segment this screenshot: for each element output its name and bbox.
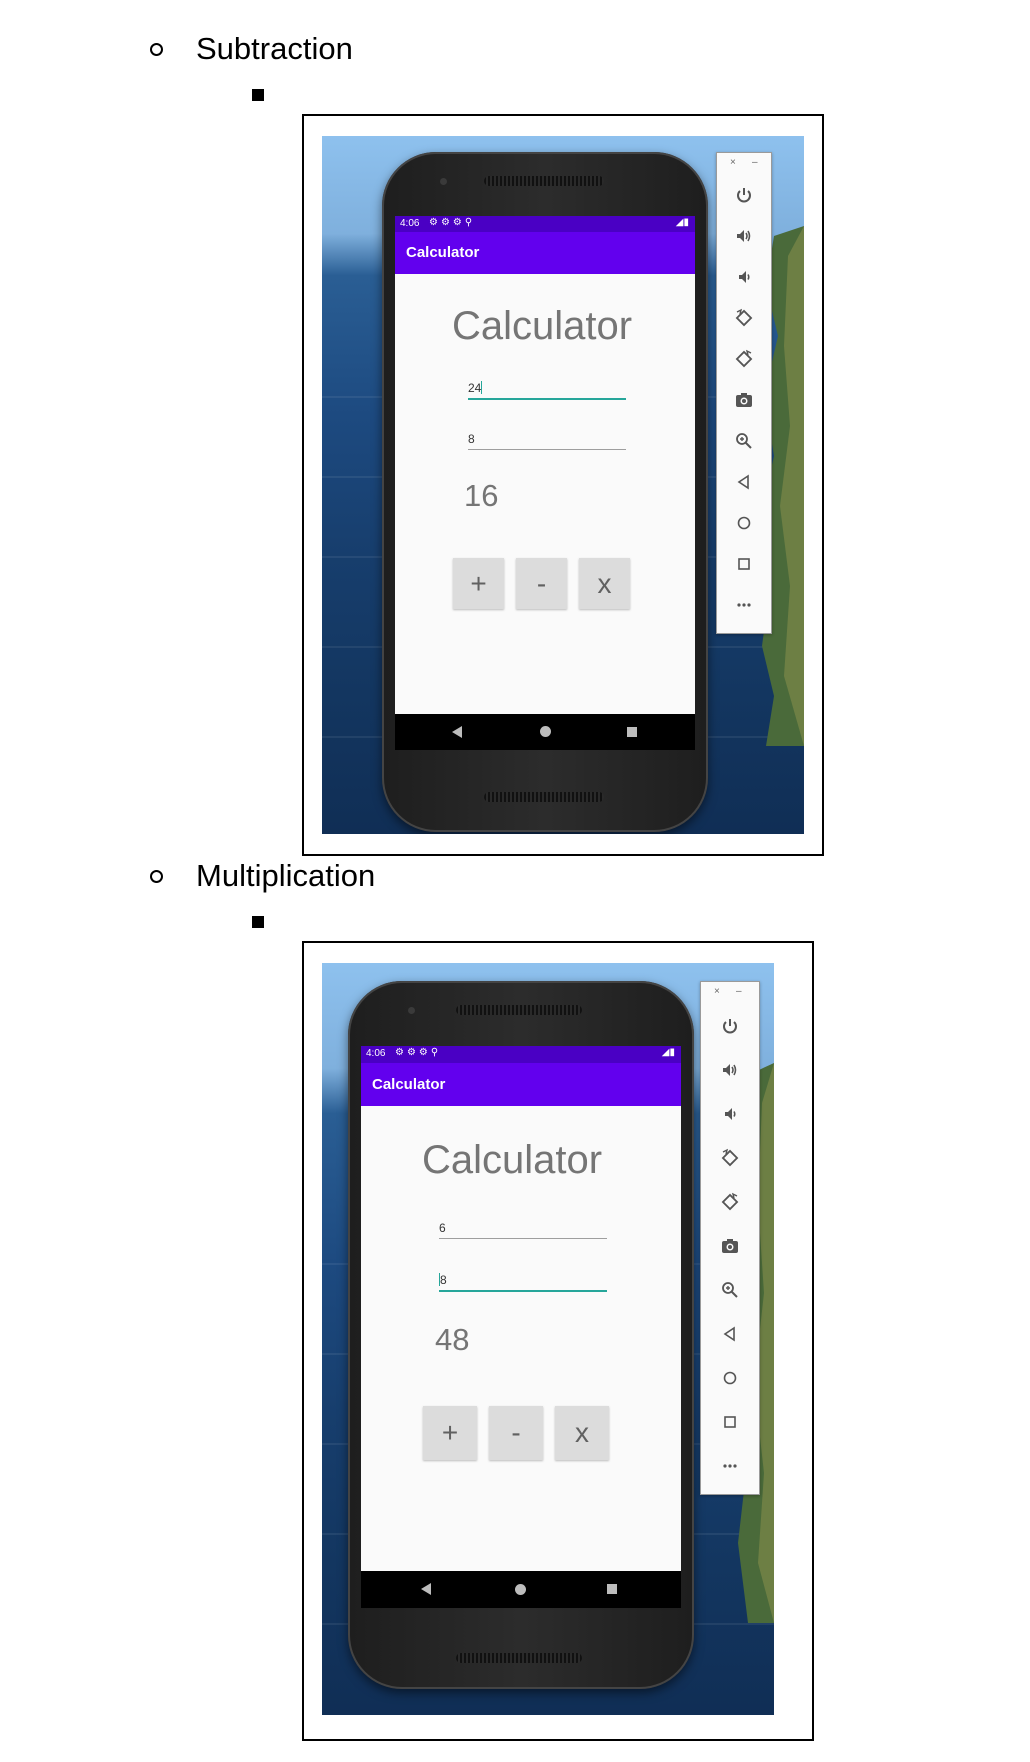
minimize-icon[interactable]: – xyxy=(752,157,758,168)
first-number-value: 6 xyxy=(439,1221,446,1235)
add-button[interactable]: + xyxy=(453,558,504,609)
overview-icon[interactable] xyxy=(701,1410,759,1434)
android-phone: 4:06 ⚙⚙⚙⚲ ◢▮ Calculator Calculator 6 8 4… xyxy=(348,981,694,1689)
heading-text: Multiplication xyxy=(196,858,376,893)
rotate-right-icon[interactable] xyxy=(701,1190,759,1214)
first-number-value: 24 xyxy=(468,381,483,395)
circle-bullet xyxy=(150,42,163,56)
status-bar: 4:06 ⚙⚙⚙⚲ ◢▮ xyxy=(395,216,695,232)
rotate-right-icon[interactable] xyxy=(717,347,771,371)
volume-up-icon[interactable] xyxy=(701,1058,759,1082)
nav-back-icon[interactable] xyxy=(421,1583,431,1595)
bottom-speaker xyxy=(456,1653,582,1663)
emulator-desktop: 4:06 ⚙⚙⚙⚲ ◢▮ Calculator Calculator 6 8 4… xyxy=(322,963,774,1715)
camera-icon[interactable] xyxy=(701,1234,759,1258)
emulator-toolbar: × – xyxy=(716,152,772,634)
battery-icon: ◢▮ xyxy=(675,217,689,228)
second-number-input[interactable]: 8 xyxy=(439,1260,607,1292)
square-bullet xyxy=(252,89,264,101)
emulator-desktop: 4:06 ⚙⚙⚙⚲ ◢▮ Calculator Calculator 24 8 … xyxy=(322,136,804,834)
volume-up-icon[interactable] xyxy=(717,224,771,248)
add-button[interactable]: + xyxy=(423,1406,477,1460)
first-number-input[interactable]: 6 xyxy=(439,1207,607,1239)
status-time: 4:06 xyxy=(400,218,420,229)
bottom-speaker xyxy=(484,792,604,802)
android-phone: 4:06 ⚙⚙⚙⚲ ◢▮ Calculator Calculator 24 8 … xyxy=(382,152,708,832)
rotate-left-icon[interactable] xyxy=(717,306,771,330)
power-icon[interactable] xyxy=(717,183,771,207)
multiply-button[interactable]: x xyxy=(579,558,630,609)
volume-down-icon[interactable] xyxy=(701,1102,759,1126)
circle-bullet xyxy=(150,869,163,883)
navigation-bar xyxy=(395,714,695,750)
nav-back-icon[interactable] xyxy=(452,726,462,738)
phone-display: 4:06 ⚙⚙⚙⚲ ◢▮ Calculator Calculator 6 8 4… xyxy=(361,1046,681,1608)
volume-down-icon[interactable] xyxy=(717,265,771,289)
subtract-button[interactable]: - xyxy=(489,1406,543,1460)
calculator-title: Calculator xyxy=(422,1138,603,1182)
subtract-button[interactable]: - xyxy=(516,558,567,609)
more-icon[interactable] xyxy=(717,593,771,617)
nav-home-icon[interactable] xyxy=(515,1584,526,1595)
zoom-icon[interactable] xyxy=(717,429,771,453)
square-bullet xyxy=(252,916,264,928)
top-speaker xyxy=(484,176,604,186)
app-bar-title: Calculator xyxy=(372,1076,446,1093)
app-bar-title: Calculator xyxy=(406,244,480,261)
status-icons: ⚙⚙⚙⚲ xyxy=(395,1047,442,1058)
home-icon[interactable] xyxy=(701,1366,759,1390)
toolbar-window-controls: × – xyxy=(717,157,771,169)
back-icon[interactable] xyxy=(701,1322,759,1346)
text-caret xyxy=(481,381,483,394)
more-icon[interactable] xyxy=(701,1454,759,1478)
camera-dot xyxy=(408,1007,415,1014)
app-bar: Calculator xyxy=(395,232,695,274)
power-icon[interactable] xyxy=(701,1014,759,1038)
second-number-value: 8 xyxy=(468,432,475,446)
overview-icon[interactable] xyxy=(717,552,771,576)
zoom-icon[interactable] xyxy=(701,1278,759,1302)
close-icon[interactable]: × xyxy=(714,986,720,997)
result-text: 16 xyxy=(464,478,499,513)
nav-overview-icon[interactable] xyxy=(627,727,637,737)
subtraction-heading: Subtraction xyxy=(150,31,353,67)
status-icons: ⚙⚙⚙⚲ xyxy=(429,217,476,228)
heading-text: Subtraction xyxy=(196,31,353,66)
back-icon[interactable] xyxy=(717,470,771,494)
rotate-left-icon[interactable] xyxy=(701,1146,759,1170)
toolbar-window-controls: × – xyxy=(701,986,759,998)
second-number-value: 8 xyxy=(439,1273,447,1287)
status-time: 4:06 xyxy=(366,1048,386,1059)
camera-dot xyxy=(440,178,447,185)
camera-icon[interactable] xyxy=(717,388,771,412)
top-speaker xyxy=(456,1005,582,1015)
calculator-title: Calculator xyxy=(452,304,633,348)
nav-home-icon[interactable] xyxy=(540,726,551,737)
close-icon[interactable]: × xyxy=(730,157,736,168)
result-text: 48 xyxy=(435,1322,470,1357)
screenshot-frame-subtraction: 4:06 ⚙⚙⚙⚲ ◢▮ Calculator Calculator 24 8 … xyxy=(302,114,824,856)
status-bar: 4:06 ⚙⚙⚙⚲ ◢▮ xyxy=(361,1046,681,1063)
phone-display: 4:06 ⚙⚙⚙⚲ ◢▮ Calculator Calculator 24 8 … xyxy=(395,216,695,750)
battery-icon: ◢▮ xyxy=(661,1047,675,1058)
screenshot-frame-multiplication: 4:06 ⚙⚙⚙⚲ ◢▮ Calculator Calculator 6 8 4… xyxy=(302,941,814,1741)
minimize-icon[interactable]: – xyxy=(736,986,742,997)
multiply-button[interactable]: x xyxy=(555,1406,609,1460)
first-number-input[interactable]: 24 xyxy=(468,370,626,400)
second-number-input[interactable]: 8 xyxy=(468,420,626,450)
emulator-toolbar: × – xyxy=(700,981,760,1495)
navigation-bar xyxy=(361,1571,681,1608)
multiplication-heading: Multiplication xyxy=(150,858,375,894)
home-icon[interactable] xyxy=(717,511,771,535)
app-bar: Calculator xyxy=(361,1063,681,1106)
nav-overview-icon[interactable] xyxy=(607,1584,617,1594)
